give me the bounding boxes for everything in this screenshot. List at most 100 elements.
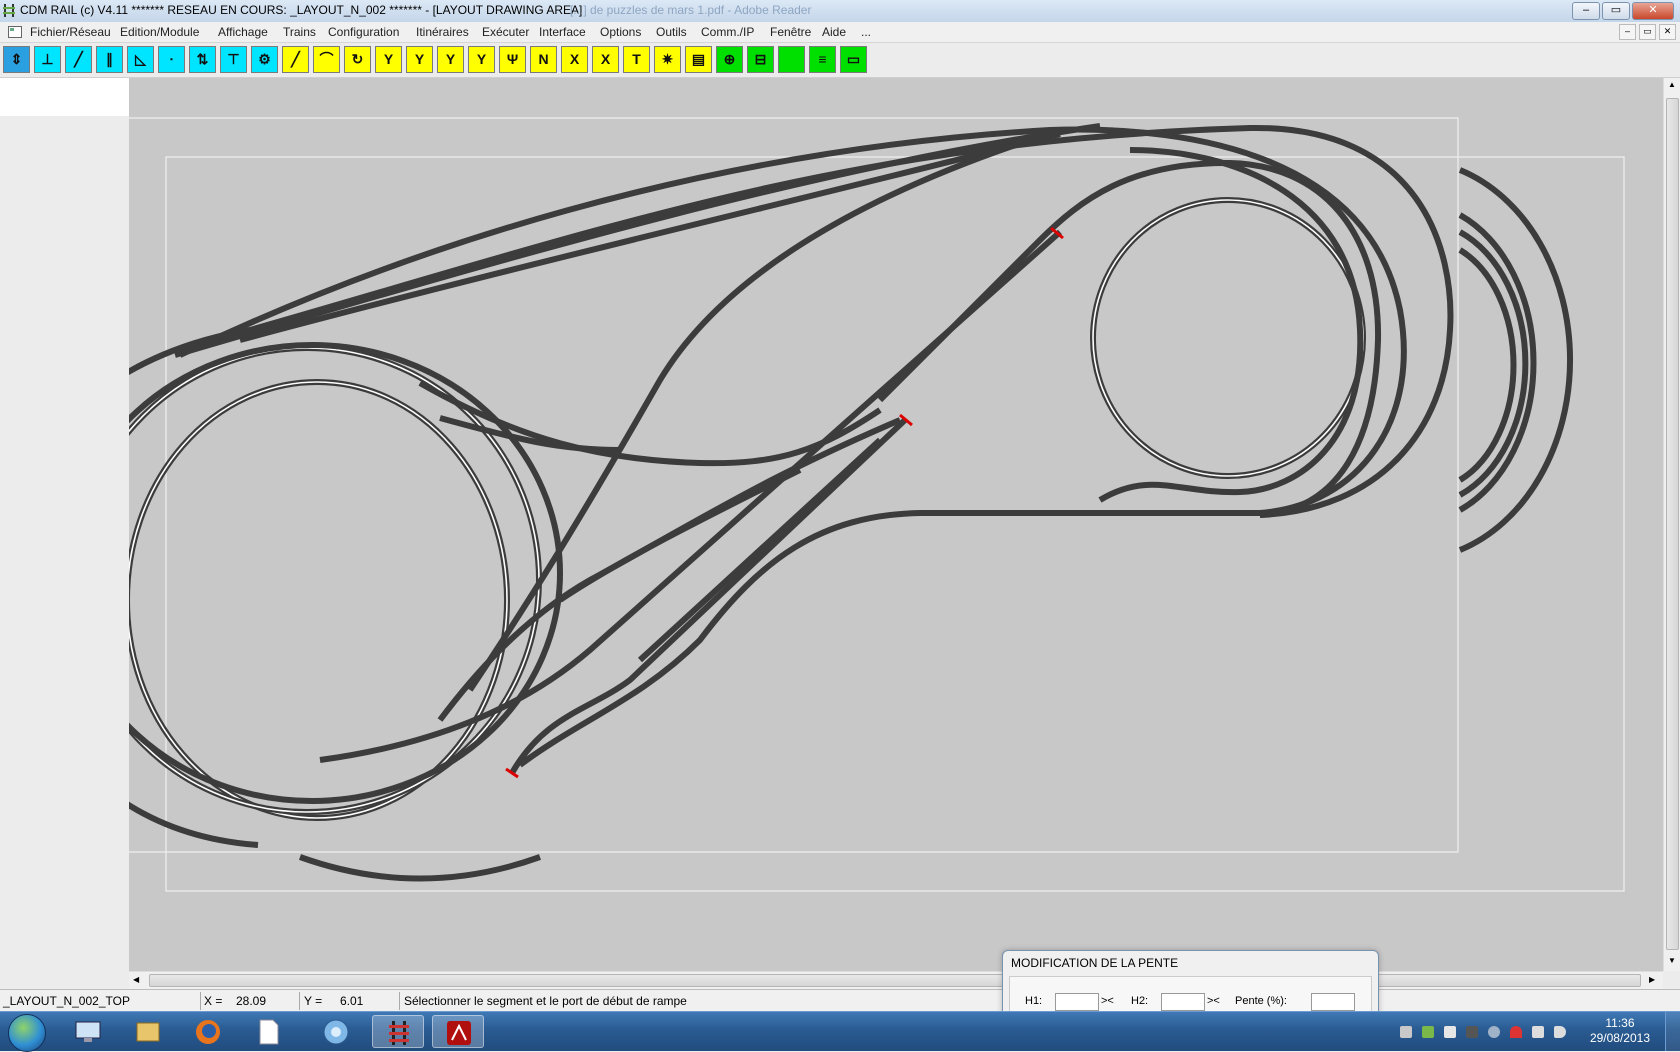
- swap-h1-button[interactable]: ><: [1101, 995, 1114, 1007]
- track-layout[interactable]: .tk { fill:none; stroke:#3c3c3c; stroke-…: [129, 78, 1663, 971]
- wye-turnout-tool[interactable]: Y: [468, 46, 495, 73]
- firefox-app[interactable]: [182, 1015, 234, 1048]
- turntable-tool[interactable]: ⚙: [251, 46, 278, 73]
- ruler-tool[interactable]: ▭: [840, 46, 867, 73]
- menu-interface[interactable]: Interface: [539, 25, 586, 39]
- menu-affichage[interactable]: Affichage: [218, 25, 268, 39]
- scroll-down-icon[interactable]: ▼: [1668, 956, 1676, 965]
- antivirus-icon[interactable]: [1510, 1026, 1522, 1038]
- single-track-tool[interactable]: ╱: [65, 46, 92, 73]
- track-outer-oval[interactable]: [129, 124, 1454, 848]
- node-tool[interactable]: ⋅: [158, 46, 185, 73]
- loop-track-tool[interactable]: ↻: [344, 46, 371, 73]
- track-right-oval[interactable]: [877, 159, 1382, 518]
- clock-date: 29/08/2013: [1589, 1031, 1650, 1045]
- track-long-diagonal[interactable]: [467, 137, 1031, 692]
- three-way-turnout-tool[interactable]: Ψ: [499, 46, 526, 73]
- title-bar[interactable]: CDM RAIL (c) V4.11 ******* RESEAU EN COU…: [0, 0, 1680, 23]
- scroll-left-icon[interactable]: ◀: [133, 975, 139, 984]
- menu-itineraires[interactable]: Itinéraires: [416, 25, 469, 39]
- track-bottom-arc[interactable]: [298, 854, 542, 882]
- menu-fenetre[interactable]: Fenêtre: [770, 25, 811, 39]
- menu-comm-ip[interactable]: Comm./IP: [701, 25, 754, 39]
- notepad-icon: [259, 1019, 279, 1045]
- tray-app-icon-3[interactable]: [1466, 1026, 1478, 1038]
- green-block-tool[interactable]: [778, 46, 805, 73]
- left-turnout-tool[interactable]: Y: [406, 46, 433, 73]
- vertical-scroll-thumb[interactable]: [1666, 98, 1679, 950]
- slope-dialog[interactable]: MODIFICATION DE LA PENTE H1: >< H2: >< P…: [1002, 950, 1379, 1017]
- sensor-tool[interactable]: ✷: [654, 46, 681, 73]
- show-desktop-button[interactable]: [1665, 1012, 1680, 1051]
- vertical-scrollbar[interactable]: ▲ ▼: [1663, 78, 1680, 971]
- double-slip-icon: N: [538, 51, 549, 67]
- document-icon[interactable]: [8, 26, 22, 38]
- angle-tool[interactable]: ◺: [127, 46, 154, 73]
- tray-app-icon-1[interactable]: [1400, 1026, 1412, 1038]
- notepad-app[interactable]: [242, 1015, 294, 1048]
- scroll-up-icon[interactable]: ▲: [1668, 80, 1676, 89]
- menu-executer[interactable]: Exécuter: [482, 25, 529, 39]
- catalog-tool[interactable]: ▤: [685, 46, 712, 73]
- multi-track-tool[interactable]: ≡: [809, 46, 836, 73]
- track-yard-line-4[interactable]: [637, 437, 883, 663]
- swap-h2-button[interactable]: ><: [1207, 995, 1220, 1007]
- signal-tool[interactable]: ⊕: [716, 46, 743, 73]
- menu-edition-module[interactable]: Edition/Module: [120, 25, 199, 39]
- menu-configuration[interactable]: Configuration: [328, 25, 399, 39]
- select-mode-tool[interactable]: ⇕: [3, 46, 30, 73]
- track-left-outer-circle[interactable]: [129, 342, 563, 804]
- close-button[interactable]: ✕: [1632, 2, 1674, 20]
- menu-aide[interactable]: Aide: [822, 25, 846, 39]
- straight-track-tool[interactable]: ╱: [282, 46, 309, 73]
- crossing-tool[interactable]: X: [561, 46, 588, 73]
- block-tool[interactable]: ⊟: [747, 46, 774, 73]
- horizontal-scrollbar[interactable]: ◀ ▶: [129, 971, 1663, 989]
- volume-icon[interactable]: [1554, 1026, 1566, 1038]
- pointer-tool[interactable]: ⊥: [34, 46, 61, 73]
- track-right-inner-circle[interactable]: [1090, 197, 1366, 479]
- track-top-diagonal-2[interactable]: [239, 131, 1061, 343]
- double-track-tool[interactable]: ∥: [96, 46, 123, 73]
- tray-app-icon-4[interactable]: [1488, 1026, 1500, 1038]
- double-slip-tool[interactable]: N: [530, 46, 557, 73]
- menu-trains[interactable]: Trains: [283, 25, 316, 39]
- computer-app[interactable]: [62, 1015, 114, 1048]
- menu-options[interactable]: Options: [600, 25, 641, 39]
- curve-track-tool[interactable]: ⌒: [313, 46, 340, 73]
- menu-more[interactable]: ...: [861, 25, 871, 39]
- single-track-icon: ╱: [74, 51, 83, 67]
- minimize-button[interactable]: –: [1572, 2, 1600, 20]
- menu-outils[interactable]: Outils: [656, 25, 687, 39]
- buffer-stop-tool[interactable]: T: [623, 46, 650, 73]
- height-tool[interactable]: ⇅: [189, 46, 216, 73]
- track-second-outer[interactable]: [178, 126, 1407, 768]
- right-turnout-tool[interactable]: Y: [375, 46, 402, 73]
- mdi-close-button[interactable]: ✕: [1659, 24, 1676, 40]
- track-group[interactable]: [129, 123, 1573, 882]
- explorer-app[interactable]: [122, 1015, 174, 1048]
- start-orb[interactable]: [8, 1014, 46, 1052]
- diamond-crossing-tool[interactable]: X: [592, 46, 619, 73]
- clock[interactable]: 11:36 29/08/2013: [1590, 1016, 1650, 1046]
- track-left-inner-circle[interactable]: [129, 379, 510, 821]
- slope-input[interactable]: [1311, 993, 1355, 1011]
- network-app[interactable]: [310, 1015, 362, 1048]
- mdi-restore-button[interactable]: ▭: [1639, 24, 1656, 40]
- level-tool[interactable]: ⊤: [220, 46, 247, 73]
- menu-fichier-reseau[interactable]: Fichier/Réseau: [30, 25, 111, 39]
- horizontal-scroll-thumb[interactable]: [149, 974, 1641, 987]
- scroll-right-icon[interactable]: ▶: [1649, 975, 1655, 984]
- track-yard-line-1[interactable]: [319, 229, 1062, 763]
- tray-app-icon-2[interactable]: [1422, 1026, 1434, 1038]
- curved-turnout-tool[interactable]: Y: [437, 46, 464, 73]
- cdm-rail-app[interactable]: [372, 1015, 424, 1048]
- flag-icon[interactable]: [1444, 1026, 1456, 1038]
- maximize-button[interactable]: ▭: [1602, 2, 1630, 20]
- network-status-icon[interactable]: [1532, 1026, 1544, 1038]
- mdi-minimize-button[interactable]: –: [1619, 24, 1636, 40]
- h2-input[interactable]: [1161, 993, 1205, 1011]
- acrobat-app[interactable]: [432, 1015, 484, 1048]
- layout-drawing-area[interactable]: .tk { fill:none; stroke:#3c3c3c; stroke-…: [129, 78, 1663, 971]
- h1-input[interactable]: [1055, 993, 1099, 1011]
